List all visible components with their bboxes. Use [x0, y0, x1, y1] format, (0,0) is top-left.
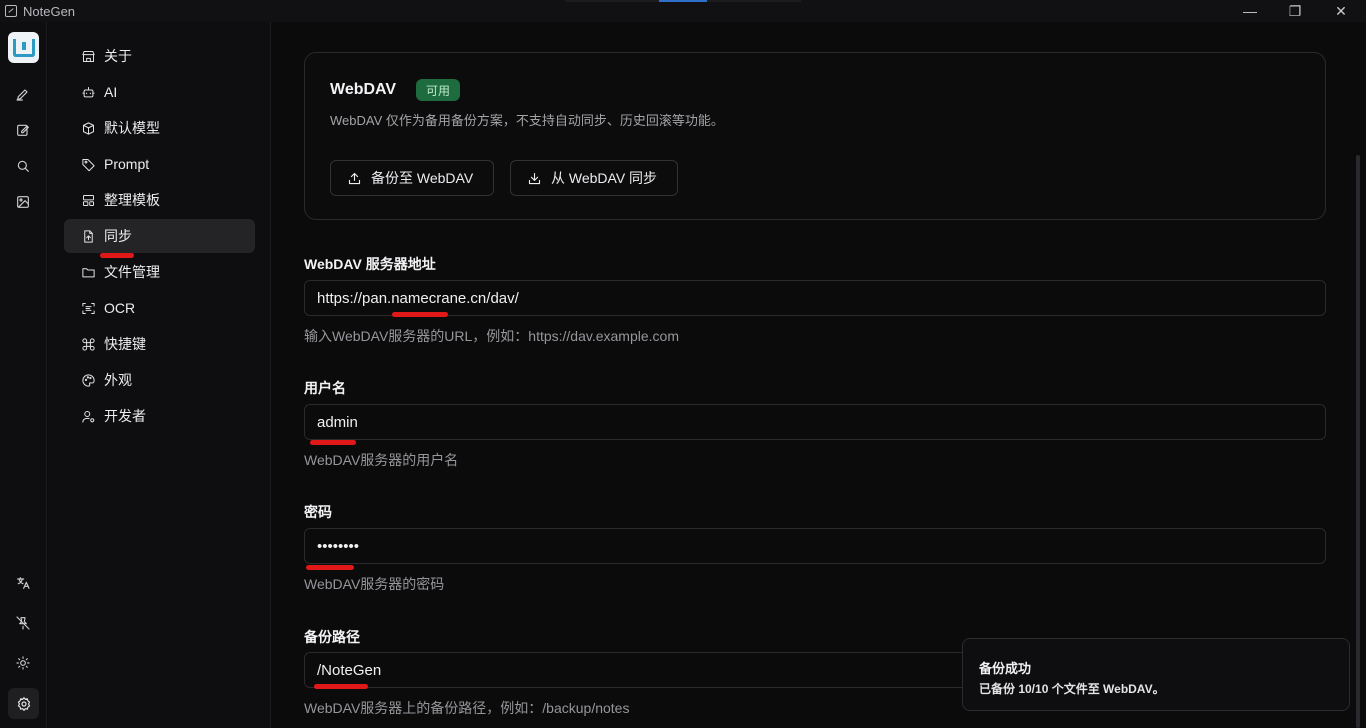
close-button[interactable]: ✕ — [1318, 0, 1364, 22]
nav-item-developer[interactable]: 开发者 — [64, 399, 255, 433]
annotation-mark — [100, 253, 134, 258]
annotation-mark — [314, 684, 368, 689]
toast-title: 备份成功 — [979, 661, 1032, 676]
nav-item-appearance[interactable]: 外观 — [64, 363, 255, 397]
download-icon — [528, 172, 541, 184]
nav-item-label: 同步 — [104, 228, 132, 244]
path-help: WebDAV服务器上的备份路径，例如：/backup/notes — [304, 700, 630, 716]
card-description: WebDAV 仅作为备用备份方案，不支持自动同步、历史回滚等功能。 — [330, 113, 724, 128]
backup-to-webdav-button[interactable]: 备份至 WebDAV — [330, 160, 494, 196]
username-label: 用户名 — [304, 380, 346, 396]
palette-icon — [80, 372, 96, 388]
layout-icon — [80, 192, 96, 208]
nav-item-label: OCR — [104, 300, 136, 316]
sync-from-webdav-button[interactable]: 从 WebDAV 同步 — [510, 160, 678, 196]
settings-nav: 关于 AI 默认模型 Prompt 整理模板 同步 文件管理 OCR 快捷键 外… — [48, 22, 271, 728]
path-label: 备份路径 — [304, 629, 360, 645]
store-icon — [80, 48, 96, 64]
icon-rail — [0, 22, 47, 728]
password-input[interactable] — [304, 528, 1326, 564]
translate-icon[interactable] — [12, 572, 34, 594]
nav-item-label: 关于 — [104, 48, 132, 64]
settings-icon[interactable] — [8, 688, 39, 719]
username-help: WebDAV服务器的用户名 — [304, 452, 459, 468]
title-bar: NoteGen — ❐ ✕ — [0, 0, 1366, 22]
bot-icon — [80, 84, 96, 100]
image-icon[interactable] — [12, 191, 34, 213]
upload-icon — [348, 172, 361, 184]
sun-icon[interactable] — [12, 652, 34, 674]
sync-button-label: 从 WebDAV 同步 — [551, 170, 658, 186]
status-badge: 可用 — [416, 79, 461, 101]
box-icon — [80, 120, 96, 136]
nav-item-label: 文件管理 — [104, 264, 160, 280]
nav-item-shortcuts[interactable]: 快捷键 — [64, 327, 255, 361]
nav-item-prompt[interactable]: Prompt — [64, 147, 255, 181]
server-help: 输入WebDAV服务器的URL，例如：https://dav.example.c… — [304, 328, 679, 344]
nav-item-label: AI — [104, 84, 118, 100]
annotation-mark — [310, 440, 356, 445]
window-title: NoteGen — [23, 3, 76, 19]
card-title: WebDAV — [330, 81, 397, 98]
username-input[interactable] — [304, 404, 1326, 440]
nav-item-ai[interactable]: AI — [64, 75, 255, 109]
success-toast[interactable]: 备份成功 已备份 10/10 个文件至 WebDAV。 — [962, 638, 1350, 711]
folder-icon — [80, 264, 96, 280]
scrollbar[interactable] — [1356, 155, 1360, 728]
toast-description: 已备份 10/10 个文件至 WebDAV。 — [979, 682, 1165, 696]
maximize-button[interactable]: ❐ — [1272, 0, 1318, 22]
annotation-mark — [392, 312, 448, 317]
nav-item-template[interactable]: 整理模板 — [64, 183, 255, 217]
webdav-card: WebDAV 可用 WebDAV 仅作为备用备份方案，不支持自动同步、历史回滚等… — [304, 52, 1326, 220]
server-label: WebDAV 服务器地址 — [304, 256, 436, 272]
password-label: 密码 — [304, 504, 332, 520]
annotation-mark — [306, 565, 354, 570]
nav-item-about[interactable]: 关于 — [64, 39, 255, 73]
command-icon — [80, 336, 96, 352]
minimize-button[interactable]: — — [1227, 0, 1273, 22]
nav-item-label: 外观 — [104, 372, 132, 388]
scan-text-icon — [80, 300, 96, 316]
search-icon[interactable] — [12, 155, 34, 177]
nav-item-label: 默认模型 — [104, 120, 160, 136]
pin-off-icon[interactable] — [12, 612, 34, 634]
user-cog-icon — [80, 408, 96, 424]
drag-indicator — [659, 0, 707, 2]
nav-item-label: Prompt — [104, 156, 150, 172]
backup-button-label: 备份至 WebDAV — [371, 170, 474, 186]
nav-item-file-manager[interactable]: 文件管理 — [64, 255, 255, 289]
nav-item-label: 整理模板 — [104, 192, 160, 208]
nav-item-label: 快捷键 — [104, 336, 146, 352]
password-help: WebDAV服务器的密码 — [304, 576, 445, 592]
edit-icon[interactable] — [12, 119, 34, 141]
nav-item-label: 开发者 — [104, 408, 146, 424]
tag-icon — [80, 156, 96, 172]
nav-item-ocr[interactable]: OCR — [64, 291, 255, 325]
file-sync-icon — [80, 228, 96, 244]
pen-icon[interactable] — [12, 83, 34, 105]
app-logo-icon — [5, 5, 17, 17]
nav-item-sync[interactable]: 同步 — [64, 219, 255, 253]
nav-item-default-model[interactable]: 默认模型 — [64, 111, 255, 145]
app-logo[interactable] — [8, 32, 39, 63]
server-url-input[interactable] — [304, 280, 1326, 316]
